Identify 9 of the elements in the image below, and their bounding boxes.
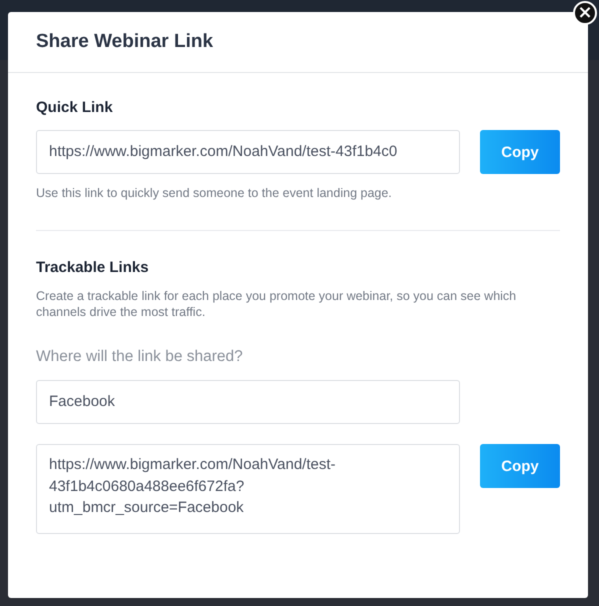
dialog-title: Share Webinar Link: [36, 31, 214, 53]
help-text: Use this link to quickly send someone to the event landing page.: [36, 186, 393, 200]
link-field[interactable]: https://www.bigmarker.com/NoahVand/test-43f1b4c0: [36, 130, 460, 174]
description-text: Create a trackable link for each place you promote your webinar, so you can see which channels drive the most traffic.: [36, 288, 518, 320]
field-label: Where will the link be shared?: [36, 348, 244, 366]
channel-field[interactable]: Facebook: [36, 380, 460, 424]
section-heading: Trackable Links: [36, 259, 150, 276]
section-heading: Quick Link: [36, 99, 114, 116]
link-textarea[interactable]: https://www.bigmarker.com/NoahVand/test- 43f1b4c0680a488ee6f672fa? utm_bmcr_source=Facebook: [36, 444, 460, 534]
